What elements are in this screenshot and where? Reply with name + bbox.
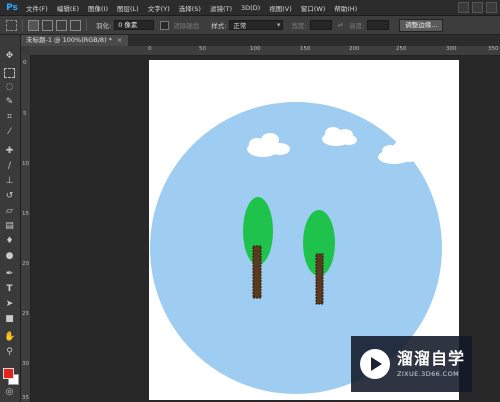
- close-window-button[interactable]: [486, 2, 497, 13]
- ruler-h-label: 150: [300, 46, 311, 52]
- eyedropper-tool-icon[interactable]: ⁄: [4, 127, 15, 138]
- zoom-tool-icon[interactable]: ⚲: [4, 347, 15, 358]
- antialias-label: 消除锯齿: [173, 22, 200, 30]
- width-label: 宽度:: [291, 22, 307, 30]
- minimize-button[interactable]: [458, 2, 469, 13]
- new-selection-icon[interactable]: [28, 19, 39, 31]
- photoshop-logo: Ps: [6, 2, 18, 13]
- gradient-tool-icon[interactable]: ▤: [4, 221, 15, 232]
- hand-tool-icon[interactable]: ✋: [4, 332, 15, 343]
- width-input[interactable]: [309, 20, 332, 30]
- quick-selection-tool-icon[interactable]: ✎: [4, 97, 15, 108]
- antialias-checkbox[interactable]: [160, 20, 170, 30]
- vertical-ruler[interactable]: 0 5 10 15 20 25 30 35: [21, 55, 31, 402]
- lasso-tool-icon[interactable]: ◌: [4, 82, 15, 93]
- history-brush-tool-icon[interactable]: ↺: [4, 191, 15, 202]
- ruler-v-label: 35: [22, 395, 29, 401]
- play-icon: [371, 357, 382, 371]
- close-tab-icon[interactable]: ×: [117, 36, 122, 44]
- ruler-origin[interactable]: [21, 46, 30, 55]
- subtract-from-selection-icon[interactable]: [56, 19, 67, 31]
- watermark-title: 溜溜自学: [397, 349, 466, 368]
- feather-label: 羽化:: [96, 22, 112, 30]
- refine-edge-button[interactable]: 调整边缘...: [399, 18, 444, 32]
- blur-tool-icon[interactable]: ♦: [4, 236, 15, 247]
- ruler-h-label: 300: [446, 46, 457, 52]
- healing-brush-tool-icon[interactable]: ✚: [4, 146, 15, 157]
- ruler-h-label: 250: [396, 46, 407, 52]
- feather-input[interactable]: [114, 20, 155, 30]
- window-controls: [458, 2, 497, 13]
- watermark-text: 溜溜自学 ZIXUE.3D66.COM: [397, 349, 466, 379]
- brush-tool-icon[interactable]: ∕: [4, 161, 15, 172]
- style-select[interactable]: 正常: [229, 20, 284, 30]
- marquee-tool-preset-icon[interactable]: [6, 19, 17, 31]
- tools-panel: ✥ ◌ ✎ ⌗ ⁄ ✚ ∕ ⊥ ↺ ▱ ▤ ♦ ● ✒ T ➤ ■ ✋ ⚲ ◎: [0, 35, 21, 402]
- ruler-h-label: 50: [199, 46, 206, 52]
- ruler-v-label: 5: [23, 111, 27, 117]
- watermark-url: ZIXUE.3D66.COM: [397, 370, 460, 378]
- menu-help[interactable]: 帮助(H): [334, 3, 357, 13]
- options-divider: [22, 19, 23, 31]
- ruler-v-label: 20: [22, 261, 29, 267]
- dodge-tool-icon[interactable]: ●: [4, 251, 15, 262]
- shape-tool-icon[interactable]: ■: [4, 314, 15, 325]
- ruler-h-label: 100: [250, 46, 261, 52]
- menu-filter[interactable]: 滤镜(T): [210, 3, 232, 13]
- document-tab-bar: 未标题-1 @ 100%(RGB/8) * ×: [21, 35, 500, 46]
- ruler-v-label: 0: [23, 60, 27, 66]
- ruler-h-label: 350: [488, 46, 499, 52]
- menu-type[interactable]: 文字(Y): [148, 3, 170, 13]
- menu-window[interactable]: 窗口(W): [301, 3, 326, 13]
- type-tool-icon[interactable]: T: [4, 284, 15, 295]
- crop-tool-icon[interactable]: ⌗: [4, 112, 15, 123]
- eraser-tool-icon[interactable]: ▱: [4, 206, 15, 217]
- ruler-h-label: 200: [349, 46, 360, 52]
- menu-edit[interactable]: 编辑(E): [57, 3, 79, 13]
- menu-view[interactable]: 视图(V): [269, 3, 292, 13]
- menu-bar: Ps 文件(F) 编辑(E) 图像(I) 图层(L) 文字(Y) 选择(S) 滤…: [0, 0, 500, 16]
- path-selection-tool-icon[interactable]: ➤: [4, 299, 15, 310]
- quick-mask-icon[interactable]: ◎: [4, 387, 15, 398]
- watermark: 溜溜自学 ZIXUE.3D66.COM: [351, 336, 472, 392]
- menu-select[interactable]: 选择(S): [179, 3, 201, 13]
- swap-dimensions-icon[interactable]: ⇄: [338, 21, 343, 29]
- ruler-v-label: 25: [22, 311, 29, 317]
- rectangular-marquee-tool-icon[interactable]: [4, 68, 15, 78]
- intersect-selection-icon[interactable]: [70, 19, 81, 31]
- menu-image[interactable]: 图像(I): [88, 3, 108, 13]
- options-divider: [86, 19, 87, 31]
- document-tab[interactable]: 未标题-1 @ 100%(RGB/8) * ×: [21, 35, 129, 46]
- maximize-button[interactable]: [472, 2, 483, 13]
- move-tool-icon[interactable]: ✥: [4, 51, 15, 62]
- document-tab-title: 未标题-1 @ 100%(RGB/8) *: [26, 36, 112, 44]
- style-label: 样式:: [211, 22, 227, 30]
- ruler-h-label: 0: [148, 46, 152, 52]
- menu-layer[interactable]: 图层(L): [117, 3, 139, 13]
- foreground-color-swatch[interactable]: [3, 368, 14, 379]
- clone-stamp-tool-icon[interactable]: ⊥: [4, 176, 15, 187]
- height-label: 高度:: [349, 22, 365, 30]
- menu-file[interactable]: 文件(F): [26, 3, 48, 13]
- pen-tool-icon[interactable]: ✒: [4, 269, 15, 280]
- height-input[interactable]: [367, 20, 390, 30]
- ruler-v-label: 10: [22, 161, 29, 167]
- ruler-v-label: 15: [22, 211, 29, 217]
- options-bar: 羽化: 消除锯齿 样式: 正常 宽度: ⇄ 高度: 调整边缘...: [0, 16, 500, 35]
- ruler-v-label: 30: [22, 361, 29, 367]
- play-logo-icon: [360, 349, 390, 379]
- horizontal-ruler[interactable]: 0 50 100 150 200 250 300 350: [30, 46, 500, 56]
- menu-3d[interactable]: 3D(D): [241, 4, 260, 12]
- add-to-selection-icon[interactable]: [42, 19, 53, 31]
